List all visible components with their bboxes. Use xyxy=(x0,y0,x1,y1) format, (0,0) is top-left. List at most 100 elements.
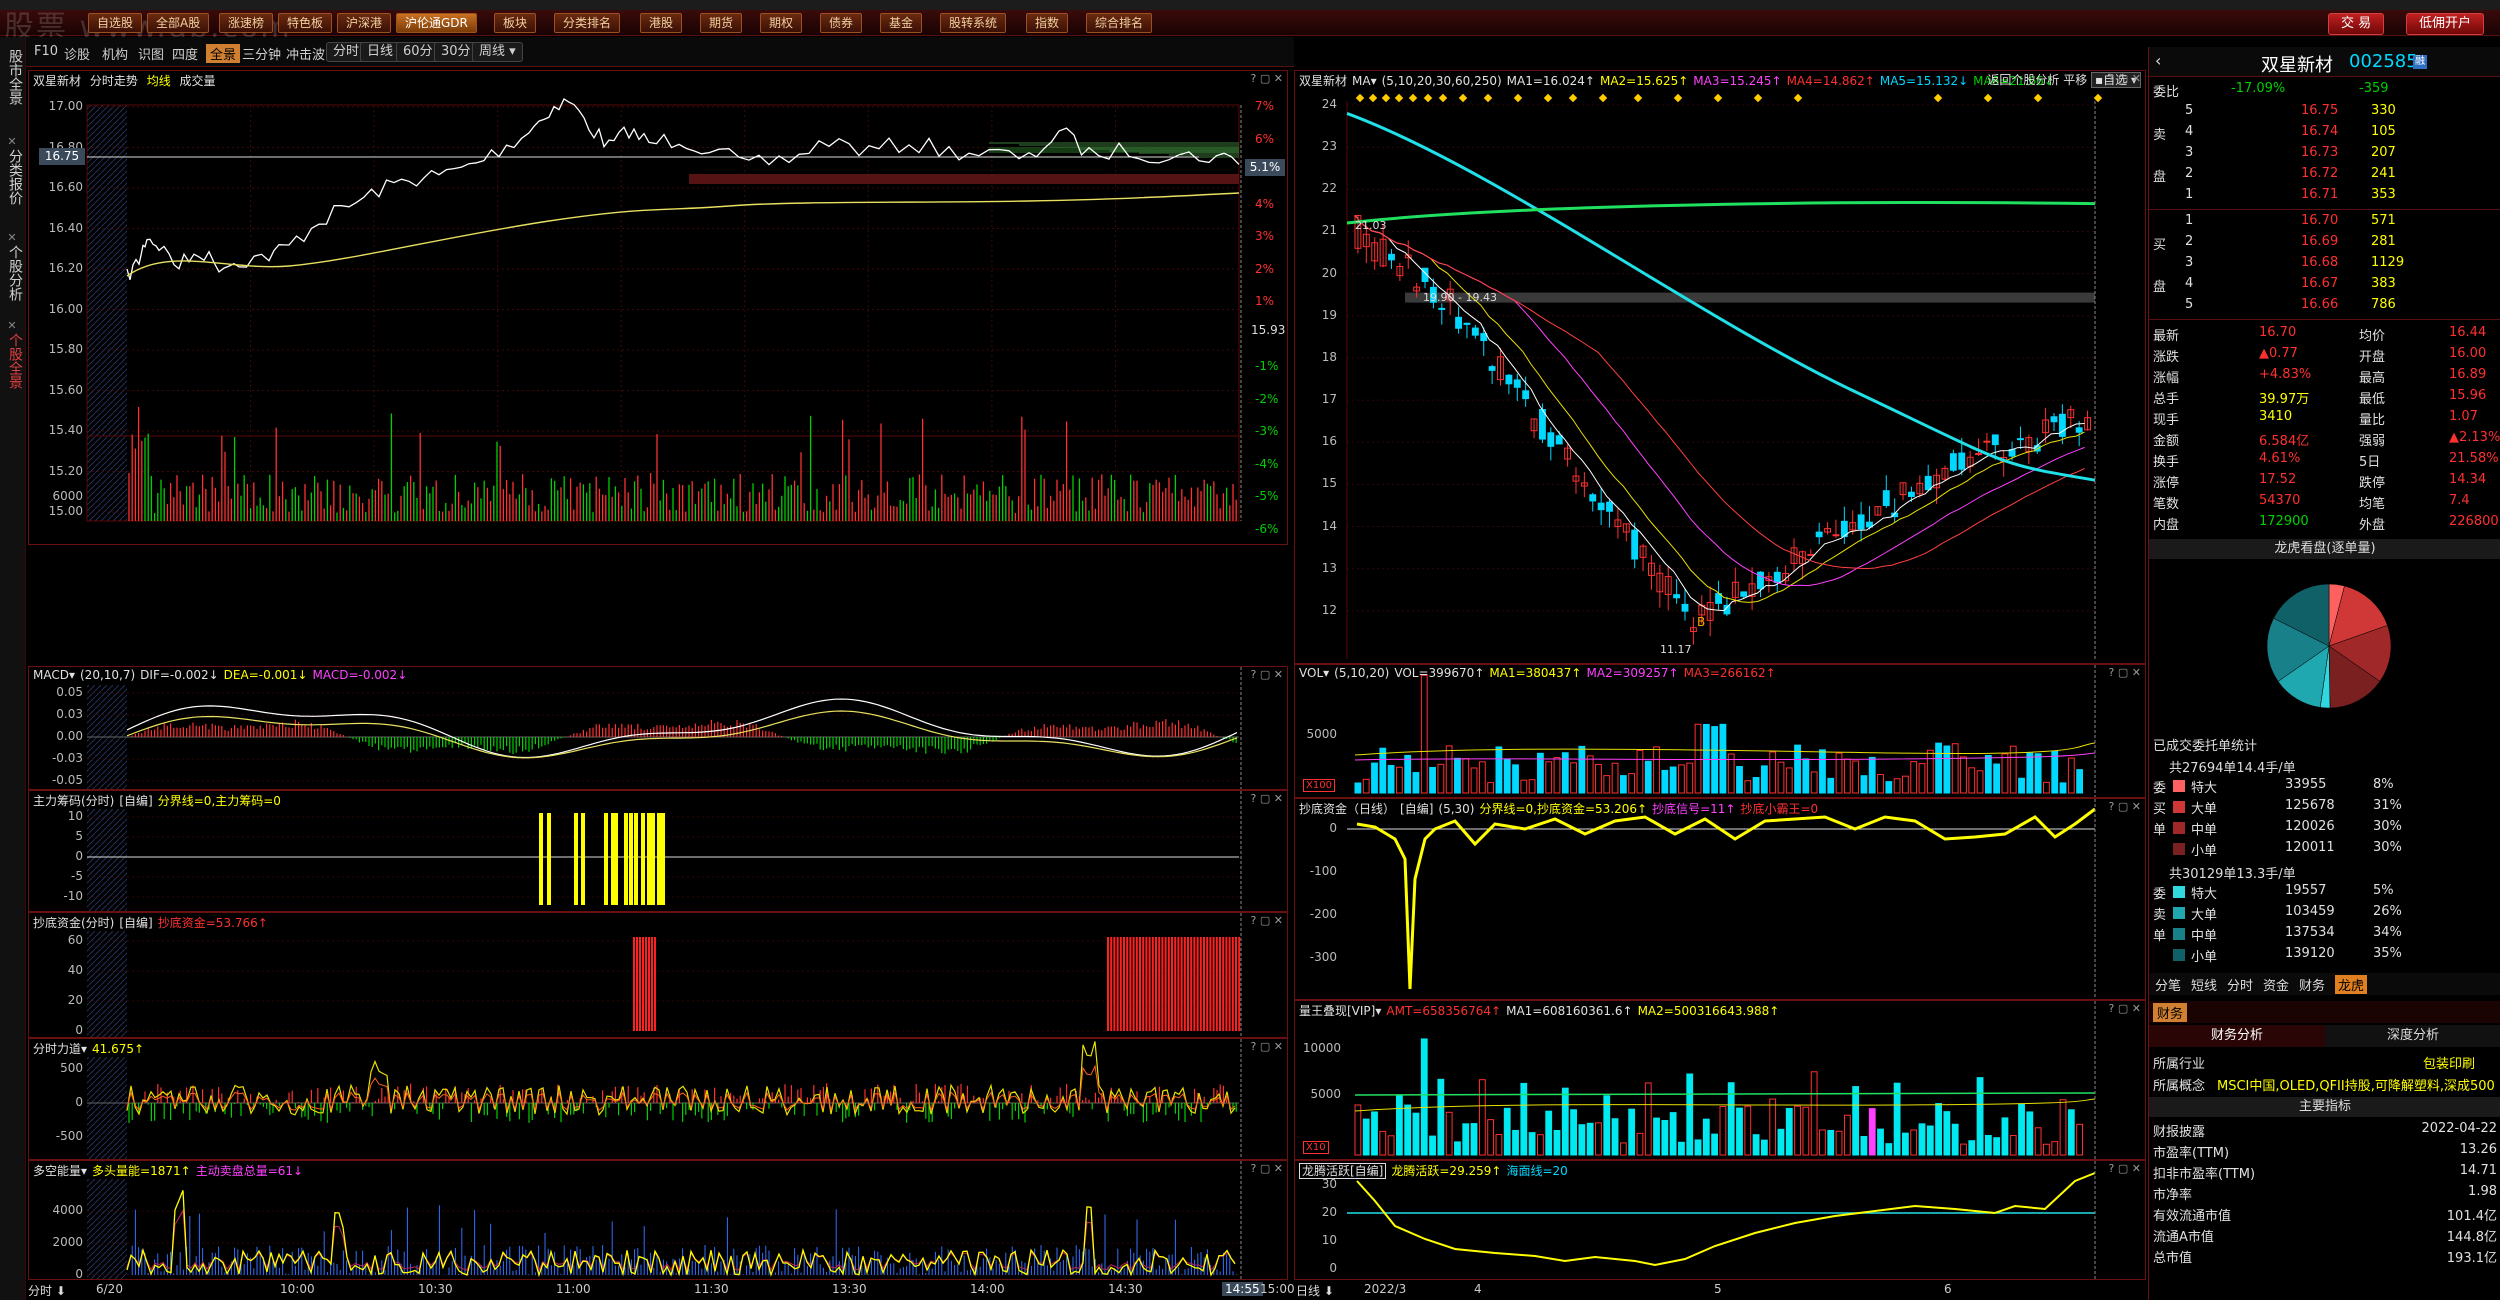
chart-canvas xyxy=(87,1039,1242,1159)
intraday-chart-panel[interactable]: 双星新材 分时走势 均线 成交量 17.00 16.80 16.60 16.40 16.… xyxy=(28,70,1288,545)
toolbar-item-8[interactable]: 港股 xyxy=(640,13,683,33)
toolbar-item-4[interactable]: 沪深港 xyxy=(337,13,392,33)
toolbar-item-0[interactable]: 自选股 xyxy=(88,13,143,33)
subbar-item-3[interactable]: 识图 xyxy=(138,44,164,63)
ma-menu[interactable]: MA▾ xyxy=(1352,74,1377,88)
intraday-force-panel[interactable]: 分时力道▾ 41.675↑ ? ▢ ✕ 500 0 -500 xyxy=(28,1038,1288,1160)
toolbar-item-12[interactable]: 基金 xyxy=(880,13,923,33)
main-chip-panel[interactable]: 主力筹码(分时) [自编] 分界线=0,主力筹码=0 ? ▢ ✕ 10 5 0 -5 -10 xyxy=(28,790,1288,912)
indicator-name[interactable]: 分时力道▾ xyxy=(33,1042,87,1056)
side-tab-close-0[interactable] xyxy=(5,35,19,49)
toolbar-item-10[interactable]: 期权 xyxy=(760,13,803,33)
back-link[interactable]: 返回个股分析 xyxy=(1987,73,2063,87)
period-tab-10[interactable]: 60分 xyxy=(396,42,440,62)
buy-row[interactable]: 1 16.70 571 xyxy=(2149,213,2500,233)
subbar-item-6[interactable]: 三分钟 xyxy=(242,44,281,63)
toolbar-item-2[interactable]: 涨速榜 xyxy=(219,13,274,33)
time-tick: 10:30 xyxy=(418,1282,453,1296)
quote-tab-2[interactable]: 分时 xyxy=(2227,975,2253,994)
sell-row[interactable]: 1 16.71 353 xyxy=(2149,187,2500,207)
swatch xyxy=(2173,822,2185,834)
panel-controls[interactable]: ? ▢ ✕ xyxy=(2109,1162,2141,1175)
fin-tab[interactable]: 财务 xyxy=(2153,1003,2188,1022)
value: 41.675↑ xyxy=(92,1042,145,1056)
period-tab-11[interactable]: 30分 xyxy=(434,42,478,62)
side-tab-2[interactable]: 个股分析 xyxy=(3,245,23,301)
time-axis-menu[interactable]: 分时 ⬇ xyxy=(28,1282,66,1299)
back-icon[interactable]: ‹ xyxy=(2155,51,2161,70)
daily-bottom-fund-panel[interactable]: 抄底资金（日线） [自编] (5,30) 分界线=0,抄底资金=53.206↑ 抄底信号… xyxy=(1294,798,2146,1000)
buy-row[interactable]: 5 16.66 786 xyxy=(2149,297,2500,317)
indicator-name[interactable]: 主力筹码(分时) xyxy=(33,794,114,808)
toolbar-item-9[interactable]: 期货 xyxy=(700,13,743,33)
open-account-button[interactable]: 低佣开户 xyxy=(2406,13,2485,35)
fin-sub2[interactable]: 深度分析 xyxy=(2325,1025,2500,1047)
side-tab-0[interactable]: 股市全景 xyxy=(3,49,23,105)
quote-tab-4[interactable]: 财务 xyxy=(2299,975,2325,994)
subbar-item-1[interactable]: 诊股 xyxy=(64,44,90,63)
dragon-active-panel[interactable]: 龙腾活跃[自编] 龙腾活跃=29.259↑ 海面线=20? ▢ ✕ 30 20 10 0 xyxy=(1294,1160,2146,1280)
side-tab-close-3[interactable]: ✕ xyxy=(5,319,19,333)
toolbar-item-6[interactable]: 板块 xyxy=(494,13,537,33)
side-tab-1[interactable]: 分类报价 xyxy=(3,149,23,205)
subbar-item-4[interactable]: 四度 xyxy=(172,44,198,63)
subbar-item-2[interactable]: 机构 xyxy=(102,44,128,63)
subbar-item-5[interactable]: 全景 xyxy=(206,44,241,63)
tag: [自编] xyxy=(1400,802,1434,816)
fsld-title: 分时力道▾ 41.675↑ xyxy=(33,1040,149,1057)
toolbar-item-7[interactable]: 分类排名 xyxy=(554,13,621,33)
subbar-item-7[interactable]: 冲击波 xyxy=(286,44,325,63)
buy-row[interactable]: 2 16.69 281 xyxy=(2149,234,2500,254)
toolbar-item-5[interactable]: 沪伦通GDR xyxy=(396,13,477,33)
side-tab-close-2[interactable]: ✕ xyxy=(5,231,19,245)
bottom-fund-panel[interactable]: 抄底资金(分时) [自编] 抄底资金=53.766↑ ? ▢ ✕ 60 40 20 0 xyxy=(28,912,1288,1038)
long-short-energy-panel[interactable]: 多空能量▾ 多头量能=1871↑ 主动卖盘总量=61↓ ? ▢ ✕ 4000 2000 0 xyxy=(28,1160,1288,1280)
panel-controls[interactable]: ? ▢ ✕ xyxy=(1251,668,1283,681)
volume-panel[interactable]: VOL▾ (5,10,20) VOL=399670↑ MA1=380437↑ MA2=3… xyxy=(1294,664,2146,798)
indicator-name[interactable]: MACD▾ xyxy=(33,668,75,682)
toolbar-item-3[interactable]: 特色板 xyxy=(278,13,333,33)
toolbar-item-11[interactable]: 债券 xyxy=(820,13,863,33)
toolbar-item-14[interactable]: 指数 xyxy=(1026,13,1069,33)
quote-tab-5[interactable]: 龙虎 xyxy=(2335,975,2368,994)
sell-row[interactable]: 3 16.73 207 xyxy=(2149,145,2500,165)
panel-controls[interactable]: ? ▢ ✕ xyxy=(1251,914,1283,927)
panel-controls[interactable]: ? ▢ ✕ xyxy=(1251,792,1283,805)
panel-controls[interactable]: ? ▢ ✕ xyxy=(2109,800,2141,813)
buy-row[interactable]: 4 16.67 383 xyxy=(2149,276,2500,296)
indicator-name[interactable]: 抄底资金（日线） xyxy=(1299,802,1395,816)
indicator-name[interactable]: 抄底资金(分时) xyxy=(33,916,114,930)
indicator-name[interactable]: 多空能量▾ xyxy=(33,1164,87,1178)
trade-button[interactable]: 交 易 xyxy=(2328,13,2385,35)
side-tab-close-1[interactable]: ✕ xyxy=(5,135,19,149)
date-axis-menu[interactable]: 日线 ⬇ xyxy=(1296,1282,1334,1299)
volume-king-panel[interactable]: 量王叠现[VIP]▾ AMT=658356764↑ MA1=608160361.6↑… xyxy=(1294,1000,2146,1160)
panel-controls[interactable]: ? ▢ ✕ xyxy=(1251,72,1283,85)
indicator-name[interactable]: 量王叠现[VIP]▾ xyxy=(1299,1004,1381,1018)
toolbar-item-13[interactable]: 股转系统 xyxy=(940,13,1007,33)
quote-panel: ‹ 双星新材 002585 融委比 -17.09% -359 5 16.75 330 4 16.74… xyxy=(2148,47,2500,1300)
period-tab-12[interactable]: 周线 ▾ xyxy=(472,42,523,62)
sell-row[interactable]: 4 16.74 105 xyxy=(2149,124,2500,144)
panel-controls[interactable]: ? ▢ ✕ xyxy=(1251,1040,1283,1053)
indicator-name[interactable]: VOL▾ xyxy=(1299,666,1329,680)
period-tab-9[interactable]: 日线 xyxy=(360,42,401,62)
panel-controls[interactable]: ? ▢ ✕ xyxy=(1251,1162,1283,1175)
quote-tab-3[interactable]: 资金 xyxy=(2263,975,2289,994)
kline-panel[interactable]: 双星新材 MA▾ (5,10,20,30,60,250) MA1=16.024↑ MA2… xyxy=(1294,70,2146,664)
quote-tab-1[interactable]: 短线 xyxy=(2191,975,2217,994)
flat-link[interactable]: 平移 xyxy=(2063,73,2091,87)
fin-sub1[interactable]: 财务分析 xyxy=(2149,1025,2325,1047)
buy-row[interactable]: 3 16.68 1129 xyxy=(2149,255,2500,275)
macd-panel[interactable]: MACD▾ (20,10,7) DIF=-0.002↓ DEA=-0.001↓ MACD… xyxy=(28,666,1288,790)
toolbar-item-15[interactable]: 综合排名 xyxy=(1086,13,1153,33)
panel-controls[interactable]: ? ▢ ✕ xyxy=(2109,72,2141,85)
panel-controls[interactable]: ? ▢ ✕ xyxy=(2109,666,2141,679)
side-tab-3[interactable]: 个股全景 xyxy=(3,333,23,389)
quote-tab-0[interactable]: 分笔 xyxy=(2155,975,2181,994)
toolbar-item-1[interactable]: 全部A股 xyxy=(147,13,210,33)
panel-controls[interactable]: ? ▢ ✕ xyxy=(2109,1002,2141,1015)
sell-row[interactable]: 2 16.72 241 xyxy=(2149,166,2500,186)
sell-row[interactable]: 5 16.75 330 xyxy=(2149,103,2500,123)
subbar-item-0[interactable]: F10 xyxy=(34,44,58,59)
